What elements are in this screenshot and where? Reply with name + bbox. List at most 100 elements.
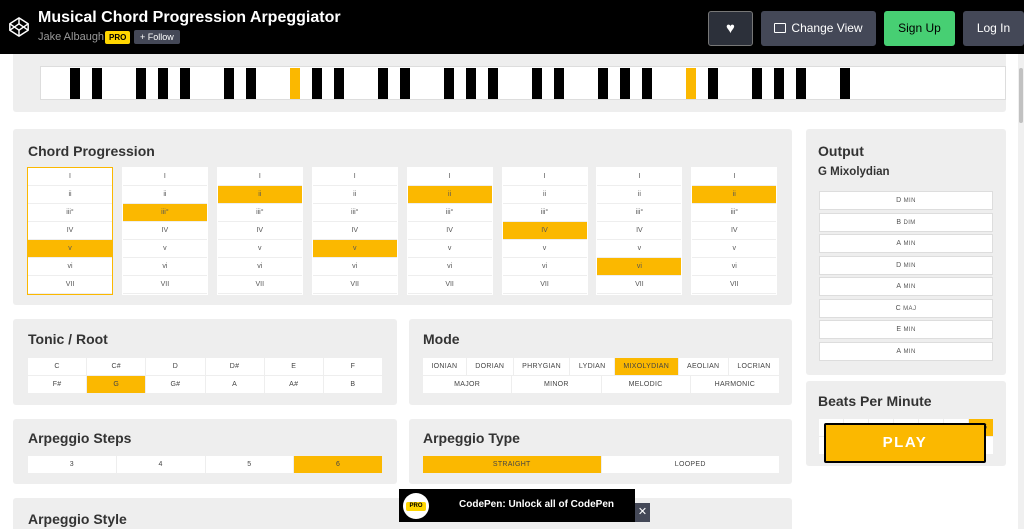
chord-degree-option[interactable]: vi xyxy=(122,258,207,276)
chord-degree-option[interactable]: v xyxy=(217,240,302,258)
piano-black-key[interactable] xyxy=(554,68,564,99)
arpeggio-type-option[interactable]: STRAIGHT xyxy=(423,456,601,473)
chord-degree-option[interactable]: I xyxy=(122,168,207,186)
mode-option[interactable]: PHRYGIAN xyxy=(513,358,570,375)
chord-degree-option[interactable]: VII xyxy=(692,276,777,294)
chord-degree-option[interactable]: IV xyxy=(122,222,207,240)
arpeggio-step-option[interactable]: 5 xyxy=(205,456,294,473)
chord-degree-option[interactable]: vi xyxy=(28,258,112,276)
chord-degree-option[interactable]: v xyxy=(407,240,492,258)
progression-step[interactable]: Iii iii° IV v vi VII xyxy=(596,167,683,295)
chord-degree-option[interactable]: vi xyxy=(597,258,682,276)
chord-degree-option[interactable]: iii° xyxy=(312,204,397,222)
progression-step[interactable]: Iii iii° IV v vi VII xyxy=(121,167,208,295)
codepen-pro-banner[interactable]: PRO CodePen: Unlock all of CodePen xyxy=(399,489,635,522)
piano-black-key[interactable] xyxy=(378,68,388,99)
chord-degree-option[interactable]: IV xyxy=(407,222,492,240)
progression-step[interactable]: Iii iii° IV v vi VII xyxy=(27,167,113,295)
chord-degree-option[interactable]: iii° xyxy=(502,204,587,222)
chord-degree-option[interactable]: vi xyxy=(692,258,777,276)
banner-close-button[interactable]: ✕ xyxy=(635,503,650,522)
chord-degree-option[interactable]: iii° xyxy=(692,204,777,222)
chord-degree-option[interactable]: vi xyxy=(502,258,587,276)
tonic-option[interactable]: A xyxy=(205,376,264,393)
chord-degree-option[interactable]: ii xyxy=(28,186,112,204)
chord-degree-option[interactable]: v xyxy=(692,240,777,258)
tonic-option[interactable]: C xyxy=(28,358,87,375)
scrollbar-thumb[interactable] xyxy=(1019,68,1023,123)
chord-degree-option[interactable]: ii xyxy=(692,186,777,204)
chord-degree-option[interactable]: ii xyxy=(312,186,397,204)
codepen-logo-icon[interactable] xyxy=(8,16,30,38)
tonic-option[interactable]: C# xyxy=(87,358,146,375)
chord-degree-option[interactable]: iii° xyxy=(28,204,112,222)
chord-degree-option[interactable]: I xyxy=(502,168,587,186)
mode-option[interactable]: DORIAN xyxy=(466,358,513,375)
piano-black-key[interactable] xyxy=(774,68,784,99)
follow-button[interactable]: + Follow xyxy=(134,30,180,44)
chord-degree-option[interactable]: IV xyxy=(502,222,587,240)
chord-degree-option[interactable]: ii xyxy=(597,186,682,204)
chord-degree-option[interactable]: VII xyxy=(312,276,397,294)
piano-black-key[interactable] xyxy=(686,68,696,99)
piano-black-key[interactable] xyxy=(532,68,542,99)
play-button[interactable]: PLAY xyxy=(824,423,986,463)
chord-degree-option[interactable]: vi xyxy=(217,258,302,276)
chord-degree-option[interactable]: v xyxy=(312,240,397,258)
progression-step[interactable]: Iii iii° IV v vi VII xyxy=(691,167,778,295)
tonic-option[interactable]: E xyxy=(264,358,323,375)
signup-button[interactable]: Sign Up xyxy=(884,11,955,46)
chord-degree-option[interactable]: ii xyxy=(217,186,302,204)
chord-degree-option[interactable]: ii xyxy=(122,186,207,204)
tonic-option[interactable]: G xyxy=(87,376,146,393)
mode-option[interactable]: LYDIAN xyxy=(570,358,614,375)
chord-degree-option[interactable]: IV xyxy=(597,222,682,240)
chord-degree-option[interactable]: I xyxy=(28,168,112,186)
scale-type-option[interactable]: MINOR xyxy=(512,376,601,393)
chord-degree-option[interactable]: iii° xyxy=(217,204,302,222)
scale-type-option[interactable]: HARMONIC xyxy=(690,376,779,393)
chord-degree-option[interactable]: VII xyxy=(28,276,112,294)
piano-black-key[interactable] xyxy=(400,68,410,99)
tonic-option[interactable]: D xyxy=(146,358,205,375)
chord-degree-option[interactable]: iii° xyxy=(597,204,682,222)
scale-type-option[interactable]: MAJOR xyxy=(423,376,512,393)
chord-degree-option[interactable]: iii° xyxy=(407,204,492,222)
chord-degree-option[interactable]: v xyxy=(502,240,587,258)
piano-black-key[interactable] xyxy=(70,68,80,99)
progression-step[interactable]: Iii iii° IV v vi VII xyxy=(501,167,588,295)
piano-black-key[interactable] xyxy=(246,68,256,99)
scale-type-option[interactable]: MELODIC xyxy=(601,376,690,393)
piano-black-key[interactable] xyxy=(620,68,630,99)
piano-black-key[interactable] xyxy=(796,68,806,99)
chord-degree-option[interactable]: I xyxy=(597,168,682,186)
piano-black-key[interactable] xyxy=(840,68,850,99)
tonic-option[interactable]: F xyxy=(323,358,382,375)
piano-black-key[interactable] xyxy=(598,68,608,99)
piano-black-key[interactable] xyxy=(642,68,652,99)
piano-black-key[interactable] xyxy=(488,68,498,99)
chord-degree-option[interactable]: IV xyxy=(217,222,302,240)
piano-black-key[interactable] xyxy=(752,68,762,99)
chord-degree-option[interactable]: I xyxy=(312,168,397,186)
chord-degree-option[interactable]: IV xyxy=(28,222,112,240)
arpeggio-step-option[interactable]: 3 xyxy=(28,456,116,473)
piano-black-key[interactable] xyxy=(466,68,476,99)
piano-black-key[interactable] xyxy=(444,68,454,99)
chord-degree-option[interactable]: VII xyxy=(217,276,302,294)
chord-degree-option[interactable]: vi xyxy=(407,258,492,276)
mode-option[interactable]: LOCRIAN xyxy=(728,358,779,375)
chord-degree-option[interactable]: iii° xyxy=(122,204,207,222)
chord-degree-option[interactable]: v xyxy=(28,240,112,258)
chord-degree-option[interactable]: VII xyxy=(597,276,682,294)
chord-degree-option[interactable]: v xyxy=(597,240,682,258)
scrollbar-track[interactable] xyxy=(1018,54,1024,529)
change-view-button[interactable]: Change View xyxy=(761,11,876,46)
chord-degree-option[interactable]: ii xyxy=(502,186,587,204)
chord-degree-option[interactable]: VII xyxy=(407,276,492,294)
author-name[interactable]: Jake Albaugh xyxy=(38,31,104,43)
arpeggio-type-option[interactable]: LOOPED xyxy=(601,456,779,473)
tonic-option[interactable]: D# xyxy=(205,358,264,375)
tonic-option[interactable]: G# xyxy=(146,376,205,393)
piano-black-key[interactable] xyxy=(312,68,322,99)
